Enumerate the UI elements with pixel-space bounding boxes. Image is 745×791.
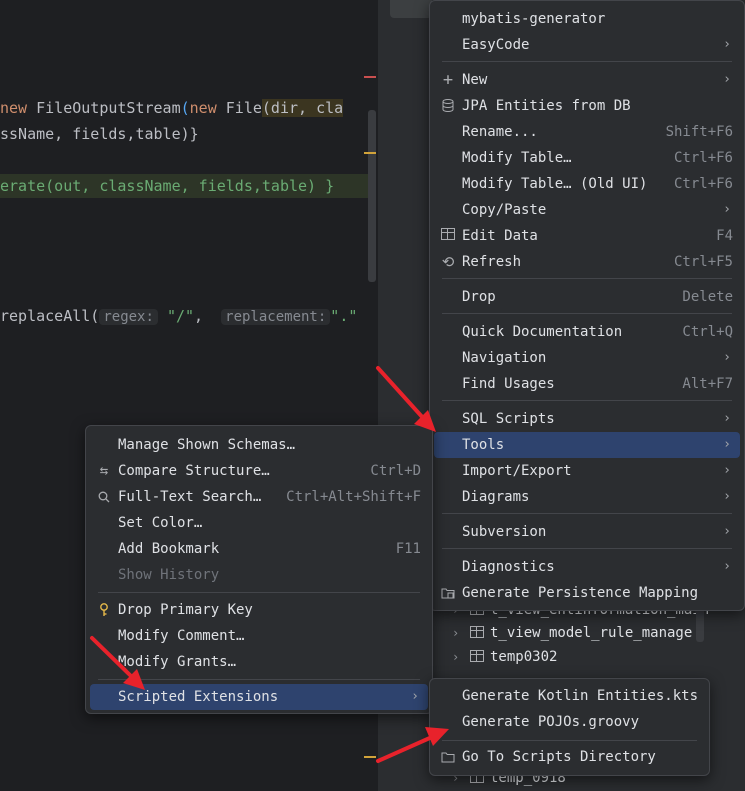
annotation-arrows — [90, 366, 449, 763]
arrow-to-scripted-extensions — [90, 636, 145, 690]
arrow-to-generate-pojos — [376, 727, 449, 763]
arrow-to-tools — [376, 366, 436, 432]
